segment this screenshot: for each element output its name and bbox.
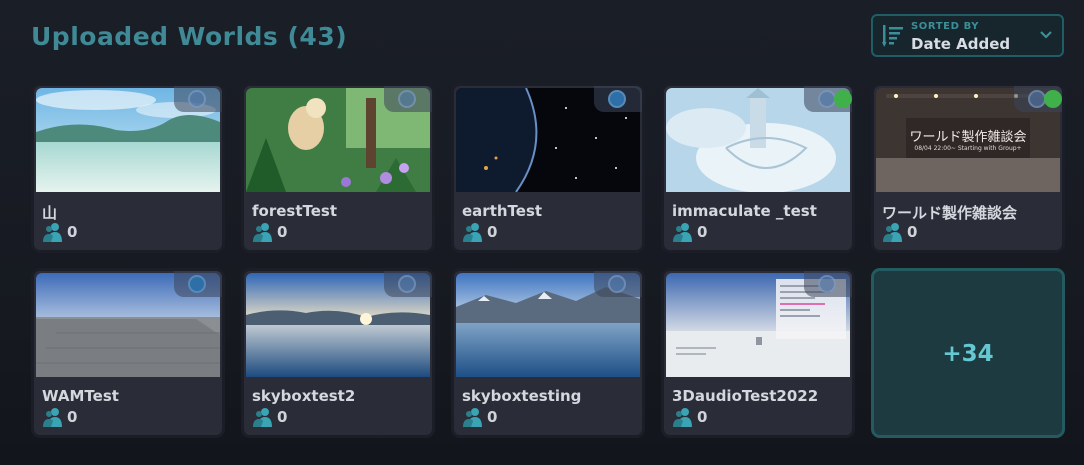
world-name: forestTest [252,202,338,220]
world-name: skyboxtest2 [252,387,356,405]
sort-value: Date Added [911,35,1011,53]
user-count-value: 0 [67,408,78,426]
user-count-value: 0 [487,408,498,426]
world-card[interactable]: 3DaudioTest2022 0 [661,268,855,438]
thumbnail-caption: ワールド製作雑談会 [909,130,1027,145]
world-name: immaculate _test [672,202,817,220]
world-name: earthTest [462,202,543,220]
user-count-value: 0 [277,408,288,426]
world-name: 3DaudioTest2022 [672,387,819,405]
visibility-toggle[interactable] [174,86,222,112]
thumbnail-subcaption: 08/04 22:00~ Starting with Group+ [914,145,1022,152]
user-count-value: 0 [697,223,708,241]
page-title: Uploaded Worlds (43) [31,22,348,51]
visibility-toggle[interactable] [594,271,642,297]
visibility-toggle[interactable] [1014,86,1062,112]
users-icon [883,223,902,242]
visibility-toggle[interactable] [804,271,852,297]
world-card[interactable]: ワールド製作雑談会 08/04 22:00~ Starting with Gro… [871,83,1065,253]
users-icon [43,223,62,242]
users-icon [43,408,62,427]
uploaded-worlds-panel: Uploaded Worlds (43) SORTED BY Date Adde… [0,0,1084,465]
sort-icon [882,25,903,47]
world-name: ワールド製作雑談会 [882,204,1018,222]
world-card[interactable]: 山 0 [31,83,225,253]
user-count-value: 0 [487,223,498,241]
sort-dropdown[interactable]: SORTED BY Date Added [871,14,1064,57]
user-count-value: 0 [277,223,288,241]
users-icon [673,408,692,427]
users-icon [463,223,482,242]
more-count: +34 [942,341,994,367]
world-card[interactable]: skyboxtesting 0 [451,268,645,438]
user-count-value: 0 [697,408,708,426]
users-icon [253,408,272,427]
visibility-toggle[interactable] [594,86,642,112]
users-icon [253,223,272,242]
world-card[interactable]: earthTest 0 [451,83,645,253]
visibility-toggle[interactable] [384,271,432,297]
world-card[interactable]: WAMTest 0 [31,268,225,438]
users-icon [673,223,692,242]
world-name: skyboxtesting [462,387,582,405]
visibility-toggle[interactable] [174,271,222,297]
world-card[interactable]: skyboxtest2 0 [241,268,435,438]
show-more-button[interactable]: +34 [871,268,1065,438]
chevron-down-icon [1040,31,1052,39]
world-card[interactable]: forestTest 0 [241,83,435,253]
user-count-value: 0 [67,223,78,241]
users-icon [463,408,482,427]
sort-caption: SORTED BY [911,21,980,32]
world-card[interactable]: immaculate _test 0 [661,83,855,253]
user-count-value: 0 [907,223,918,241]
world-name: 山 [42,204,58,222]
visibility-toggle[interactable] [804,86,852,112]
visibility-toggle[interactable] [384,86,432,112]
world-name: WAMTest [42,387,119,405]
